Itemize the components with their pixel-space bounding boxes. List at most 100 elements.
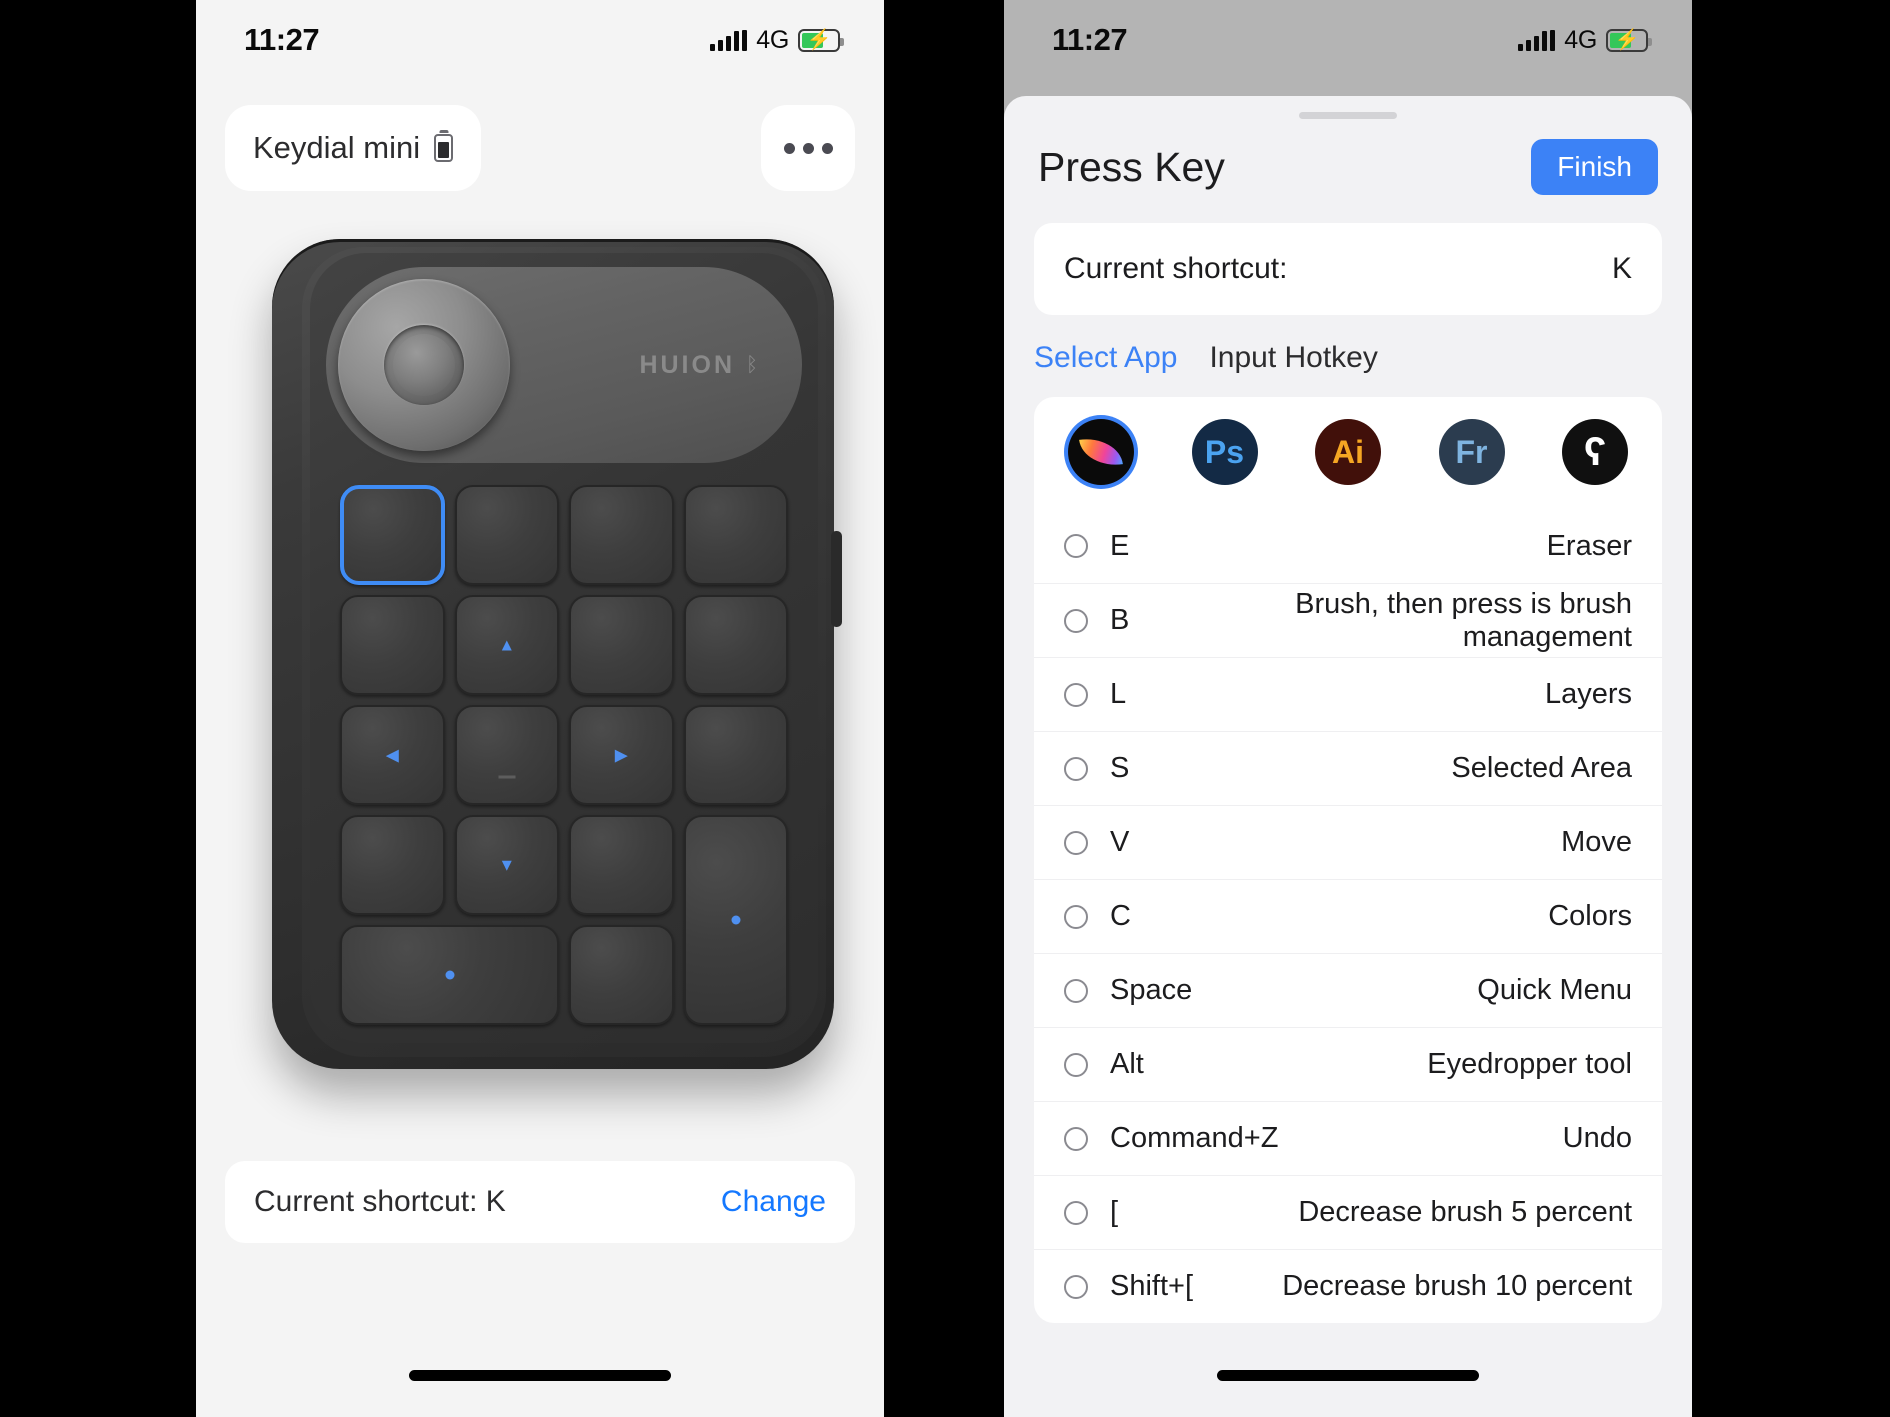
shortcut-list: E Eraser B Brush, then press is brush manag… <box>1034 509 1662 1323</box>
device-key-12[interactable] <box>683 705 788 805</box>
radio-button-icon[interactable] <box>1064 978 1088 1003</box>
device-key-18[interactable] <box>569 925 674 1025</box>
radio-button-icon[interactable] <box>1064 1126 1088 1151</box>
status-bar-indicators: 4G ⚡ <box>1518 25 1652 55</box>
arrow-up-icon: ▲ <box>498 635 516 655</box>
device-body: HUION ᛒ ▲ ◀ ▶ ▼ <box>272 239 842 1069</box>
shortcut-description-label: Eraser <box>1546 529 1632 562</box>
radio-button-icon[interactable] <box>1064 1200 1088 1225</box>
device-battery-icon <box>434 134 454 162</box>
device-inner-shell: HUION ᛒ ▲ ◀ ▶ ▼ <box>302 247 826 1057</box>
device-key-6[interactable]: ▲ <box>454 595 559 695</box>
rotary-dial[interactable] <box>338 279 510 451</box>
shortcut-description-label: Layers <box>1544 678 1632 710</box>
shortcut-row[interactable]: Shift+[ Decrease brush 10 percent <box>1034 1249 1662 1323</box>
radio-button-icon[interactable] <box>1064 682 1088 707</box>
shortcut-row[interactable]: L Layers <box>1034 657 1662 731</box>
dial-panel: HUION ᛒ <box>326 267 802 463</box>
sheet-title: Press Key <box>1038 143 1225 190</box>
shortcut-row[interactable]: Alt Eyedropper tool <box>1034 1027 1662 1101</box>
radio-button-icon[interactable] <box>1064 904 1088 929</box>
network-type-label: 4G <box>1564 25 1597 54</box>
device-key-7[interactable] <box>569 595 674 695</box>
arrow-down-icon: ▼ <box>498 855 516 875</box>
dial-ring <box>384 325 464 405</box>
device-key-17[interactable] <box>340 925 559 1025</box>
shortcut-row[interactable]: V Move <box>1034 805 1662 879</box>
press-key-sheet: Press Key Finish Current shortcut: K Sel… <box>1004 96 1692 1417</box>
procreate-icon[interactable] <box>1068 419 1134 485</box>
arrow-right-icon: ▶ <box>614 745 628 765</box>
device-key-16[interactable] <box>683 815 788 1025</box>
device-key-13[interactable] <box>340 815 445 915</box>
screenshot-canvas: 11:27 4G ⚡ Keydial mini HUION ᛒ ▲ ◀ ▶ ▼ … <box>0 0 1890 1417</box>
tab-input-hotkey[interactable]: Input Hotkey <box>1209 341 1377 375</box>
sheet-grabber[interactable] <box>1299 112 1397 119</box>
device-face: HUION ᛒ ▲ ◀ ▶ ▼ <box>310 253 818 1043</box>
fresco-abbr: Fr <box>1455 433 1488 470</box>
left-phone-screen: 11:27 4G ⚡ Keydial mini HUION ᛒ ▲ ◀ ▶ ▼ … <box>196 0 884 1417</box>
signal-bars-icon <box>1518 29 1556 51</box>
device-keypad: ▲ ◀ ▶ ▼ <box>340 485 788 1025</box>
shortcut-key-label: Space <box>1110 974 1193 1006</box>
current-shortcut-bar: Current shortcut: K Change <box>225 1161 855 1243</box>
shortcut-row[interactable]: Space Quick Menu <box>1034 953 1662 1027</box>
more-options-button[interactable] <box>761 105 855 191</box>
status-bar-clock: 11:27 <box>1052 22 1128 57</box>
fresco-icon[interactable]: Fr <box>1438 419 1505 485</box>
app-selector-row: Ps Ai Fr ʕ <box>1034 397 1662 509</box>
tab-select-app[interactable]: Select App <box>1034 341 1177 375</box>
shortcut-key-label: Shift+[ <box>1110 1270 1194 1302</box>
device-key-9[interactable]: ◀ <box>340 705 445 805</box>
device-side-button[interactable] <box>831 531 842 627</box>
sheet-tabs: Select App Input Hotkey <box>1004 315 1692 375</box>
device-key-10[interactable] <box>454 705 559 805</box>
shortcut-key-label: V <box>1110 826 1130 858</box>
shortcut-row[interactable]: Command+Z Undo <box>1034 1101 1662 1175</box>
change-shortcut-link[interactable]: Change <box>721 1185 826 1219</box>
device-key-2[interactable] <box>454 485 559 585</box>
shortcut-description-label: Eyedropper tool <box>1427 1048 1632 1080</box>
bluetooth-icon: ᛒ <box>746 354 758 376</box>
device-key-15[interactable] <box>569 815 674 915</box>
current-shortcut-label: Current shortcut: K <box>254 1185 506 1218</box>
device-key-11[interactable]: ▶ <box>569 705 674 805</box>
shortcut-key-label: C <box>1110 900 1131 932</box>
shortcut-row[interactable]: B Brush, then press is brush management <box>1034 583 1662 657</box>
illustrator-icon[interactable]: Ai <box>1315 419 1381 485</box>
radio-button-icon[interactable] <box>1064 608 1088 633</box>
shortcut-description-label: Decrease brush 10 percent <box>1282 1270 1632 1302</box>
radio-button-icon[interactable] <box>1064 534 1088 558</box>
battery-charging-icon: ⚡ <box>798 28 844 52</box>
status-bar-right: 11:27 4G ⚡ <box>1004 0 1692 80</box>
shortcut-row[interactable]: S Selected Area <box>1034 731 1662 805</box>
shortcut-description-label: Decrease brush 5 percent <box>1298 1196 1632 1228</box>
device-key-14[interactable]: ▼ <box>454 815 559 915</box>
more-horizontal-icon-dot <box>802 142 814 154</box>
shortcut-key-label: Command+Z <box>1110 1122 1279 1154</box>
shortcut-row[interactable]: C Colors <box>1034 879 1662 953</box>
device-name-chip[interactable]: Keydial mini <box>225 105 482 191</box>
arrow-left-icon: ◀ <box>385 745 399 765</box>
current-shortcut-field[interactable]: Current shortcut: K <box>1034 223 1662 315</box>
device-key-1[interactable] <box>340 485 445 585</box>
radio-button-icon[interactable] <box>1064 1274 1088 1299</box>
radio-button-icon[interactable] <box>1064 830 1088 855</box>
radio-button-icon[interactable] <box>1064 756 1088 781</box>
dial-knob[interactable] <box>393 334 455 396</box>
shortcut-row[interactable]: [Decrease brush 5 percent <box>1034 1175 1662 1249</box>
device-key-3[interactable] <box>569 485 674 585</box>
status-bar-left: 11:27 4G ⚡ <box>196 0 884 80</box>
device-key-5[interactable] <box>340 595 445 695</box>
radio-button-icon[interactable] <box>1064 1052 1088 1077</box>
clipstudio-icon[interactable]: ʕ <box>1562 419 1628 485</box>
sheet-header: Press Key Finish <box>1004 119 1692 195</box>
finish-button[interactable]: Finish <box>1531 139 1658 195</box>
device-key-4[interactable] <box>683 485 788 585</box>
current-shortcut-field-label: Current shortcut: <box>1064 252 1288 285</box>
shortcut-row[interactable]: E Eraser <box>1034 509 1662 583</box>
photoshop-icon[interactable]: Ps <box>1191 419 1258 485</box>
device-key-8[interactable] <box>683 595 788 695</box>
shortcut-description-label: Undo <box>1562 1122 1632 1154</box>
shortcut-description-label: Selected Area <box>1451 752 1632 784</box>
